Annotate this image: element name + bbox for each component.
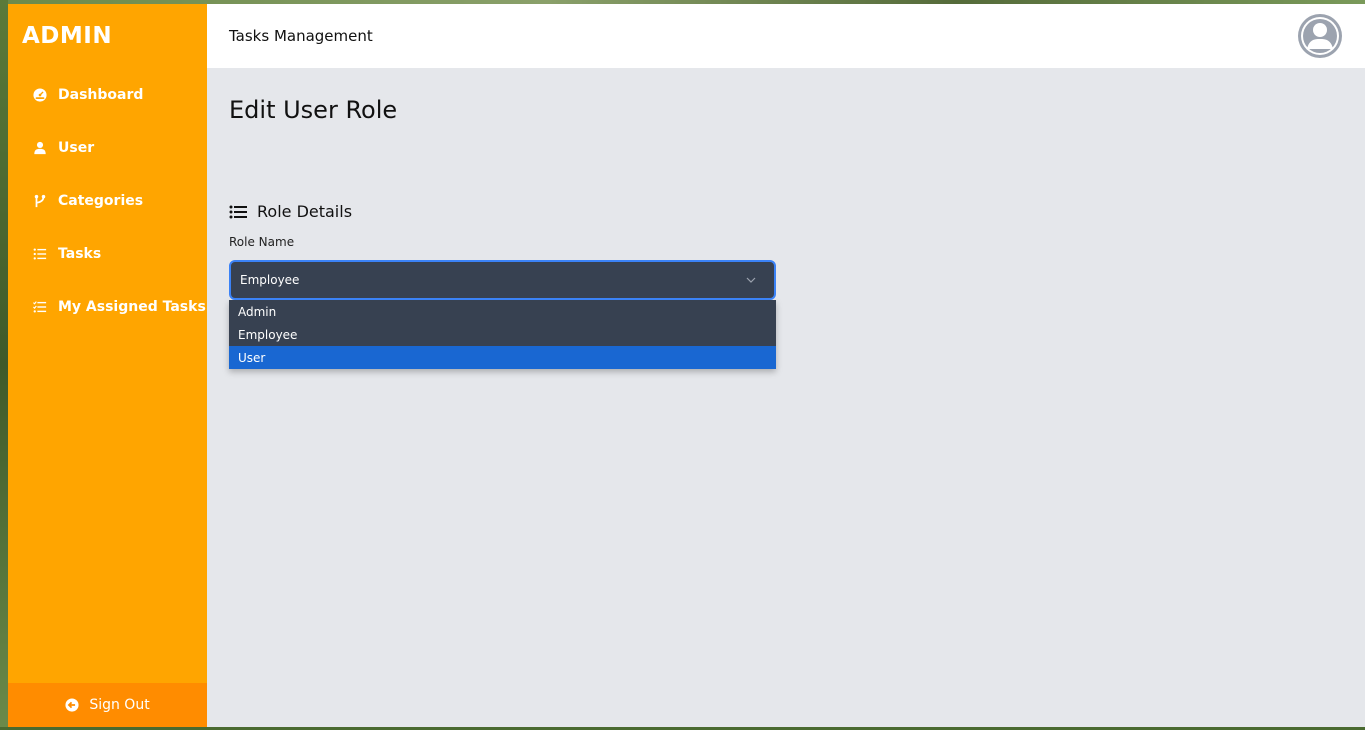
section-title: Role Details (257, 202, 353, 221)
section-header: Role Details (229, 202, 1329, 221)
list-icon (229, 204, 247, 220)
chevron-down-icon (746, 276, 756, 284)
dropdown-option-admin[interactable]: Admin (229, 300, 776, 323)
brand-logo: ADMIN (22, 23, 113, 49)
list-icon (32, 246, 48, 262)
sidebar-item-label: Categories (58, 192, 144, 209)
role-name-label: Role Name (229, 235, 295, 249)
sidebar-item-label: My Assigned Tasks (58, 298, 206, 315)
app-title: Tasks Management (229, 27, 373, 45)
sidebar: ADMIN Dashboard User Categories Tasks My… (8, 4, 207, 727)
sign-out-label: Sign Out (89, 697, 150, 713)
sidebar-item-label: Tasks (58, 245, 102, 262)
arrow-left-circle-icon (65, 698, 79, 712)
branch-icon (32, 193, 48, 209)
checklist-icon (32, 299, 48, 315)
dropdown-option-employee[interactable]: Employee (229, 323, 776, 346)
sidebar-nav: Dashboard User Categories Tasks My Assig… (8, 68, 207, 333)
main-content: Edit User Role Role Details Role Name Em… (229, 68, 1329, 369)
sidebar-item-label: User (58, 139, 95, 156)
window-frame-left (0, 0, 8, 730)
user-avatar-icon (1298, 14, 1342, 58)
role-name-select[interactable]: Employee (229, 260, 776, 300)
sidebar-item-label: Dashboard (58, 86, 144, 103)
top-bar: Tasks Management (207, 4, 1365, 68)
avatar[interactable] (1297, 13, 1343, 59)
select-value: Employee (240, 273, 300, 287)
user-icon (32, 140, 48, 156)
sidebar-item-my-assigned-tasks[interactable]: My Assigned Tasks (8, 280, 207, 333)
dropdown-option-user[interactable]: User (229, 346, 776, 369)
sidebar-item-user[interactable]: User (8, 121, 207, 174)
sign-out-button[interactable]: Sign Out (8, 683, 207, 727)
sidebar-item-tasks[interactable]: Tasks (8, 227, 207, 280)
role-dropdown-list: Admin Employee User (229, 300, 776, 369)
page-title: Edit User Role (229, 96, 398, 124)
sidebar-item-dashboard[interactable]: Dashboard (8, 68, 207, 121)
sidebar-item-categories[interactable]: Categories (8, 174, 207, 227)
dashboard-gauge-icon (32, 87, 48, 103)
